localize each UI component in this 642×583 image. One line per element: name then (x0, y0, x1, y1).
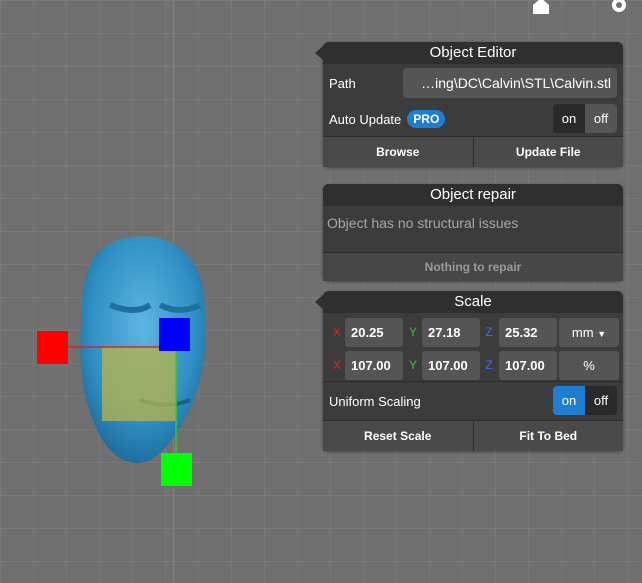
percent-x-input[interactable]: 107.00 (345, 351, 403, 380)
caret-down-icon: ▼ (597, 329, 607, 339)
update-file-button[interactable]: Update File (472, 137, 623, 167)
axis-z-label: Z (485, 325, 493, 339)
auto-update-row: Auto Update PRO on off (323, 102, 623, 136)
object-editor-buttons: Browse Update File (323, 136, 623, 167)
scale-heading: Scale (454, 293, 492, 310)
percent-unit: % (559, 351, 619, 380)
home-icon[interactable] (530, 0, 552, 16)
scale-panel: Scale X 20.25 Y 27.18 Z 25.32 mm ▼ X 107… (315, 291, 623, 451)
caret-icon (315, 295, 323, 309)
object-repair-heading: Object repair (430, 186, 516, 203)
path-row: Path …ing\DC\Calvin\STL\Calvin.stl (323, 64, 623, 102)
percent-z-input[interactable]: 107.00 (499, 351, 557, 380)
path-label: Path (329, 75, 356, 91)
gizmo-z-handle[interactable] (159, 318, 190, 351)
percent-y-input[interactable]: 107.00 (422, 351, 480, 380)
size-x-input[interactable]: 20.25 (345, 318, 403, 347)
gear-icon[interactable] (608, 0, 630, 16)
uniform-scaling-row: Uniform Scaling on off (323, 381, 623, 420)
gizmo-plane[interactable] (102, 347, 176, 421)
scale-inputs: X 20.25 Y 27.18 Z 25.32 mm ▼ X 107.00 Y … (323, 313, 623, 381)
browse-button[interactable]: Browse (323, 137, 473, 167)
object-repair-panel: Object repair Object has no structural i… (323, 184, 623, 281)
gizmo-y-handle[interactable] (161, 453, 192, 486)
repair-status: Object has no structural issues (327, 215, 519, 231)
scale-title: Scale (315, 291, 623, 313)
uniform-scaling-toggle[interactable]: on off (553, 386, 617, 415)
uniform-scaling-label: Uniform Scaling (329, 393, 421, 409)
axis-x-label: X (332, 358, 341, 372)
size-z-input[interactable]: 25.32 (499, 318, 557, 347)
object-editor-panel: Object Editor Path …ing\DC\Calvin\STL\Ca… (315, 42, 623, 167)
gizmo-x-handle[interactable] (37, 331, 68, 364)
auto-update-on[interactable]: on (553, 104, 585, 133)
axis-z-label: Z (485, 358, 493, 372)
path-field[interactable]: …ing\DC\Calvin\STL\Calvin.stl (403, 68, 617, 98)
pro-badge: PRO (407, 110, 446, 128)
unit-select[interactable]: mm ▼ (559, 318, 619, 347)
axis-y-label: Y (408, 358, 417, 372)
auto-update-off[interactable]: off (585, 104, 617, 133)
caret-icon (315, 46, 323, 60)
fit-to-bed-button[interactable]: Fit To Bed (472, 421, 623, 451)
object-repair-title: Object repair (323, 184, 623, 206)
size-y-input[interactable]: 27.18 (422, 318, 480, 347)
auto-update-toggle[interactable]: on off (553, 104, 617, 133)
uniform-on[interactable]: on (553, 386, 585, 415)
axis-x-label: X (332, 325, 341, 339)
nothing-to-repair-button[interactable]: Nothing to repair (323, 252, 623, 281)
reset-scale-button[interactable]: Reset Scale (323, 421, 473, 451)
uniform-off[interactable]: off (585, 386, 617, 415)
object-editor-heading: Object Editor (429, 44, 517, 61)
model-preview[interactable] (30, 225, 210, 490)
scale-buttons: Reset Scale Fit To Bed (323, 420, 623, 451)
object-editor-title: Object Editor (315, 42, 623, 64)
auto-update-label: Auto Update (329, 111, 402, 127)
axis-y-label: Y (408, 325, 417, 339)
unit-value: mm (571, 325, 594, 340)
